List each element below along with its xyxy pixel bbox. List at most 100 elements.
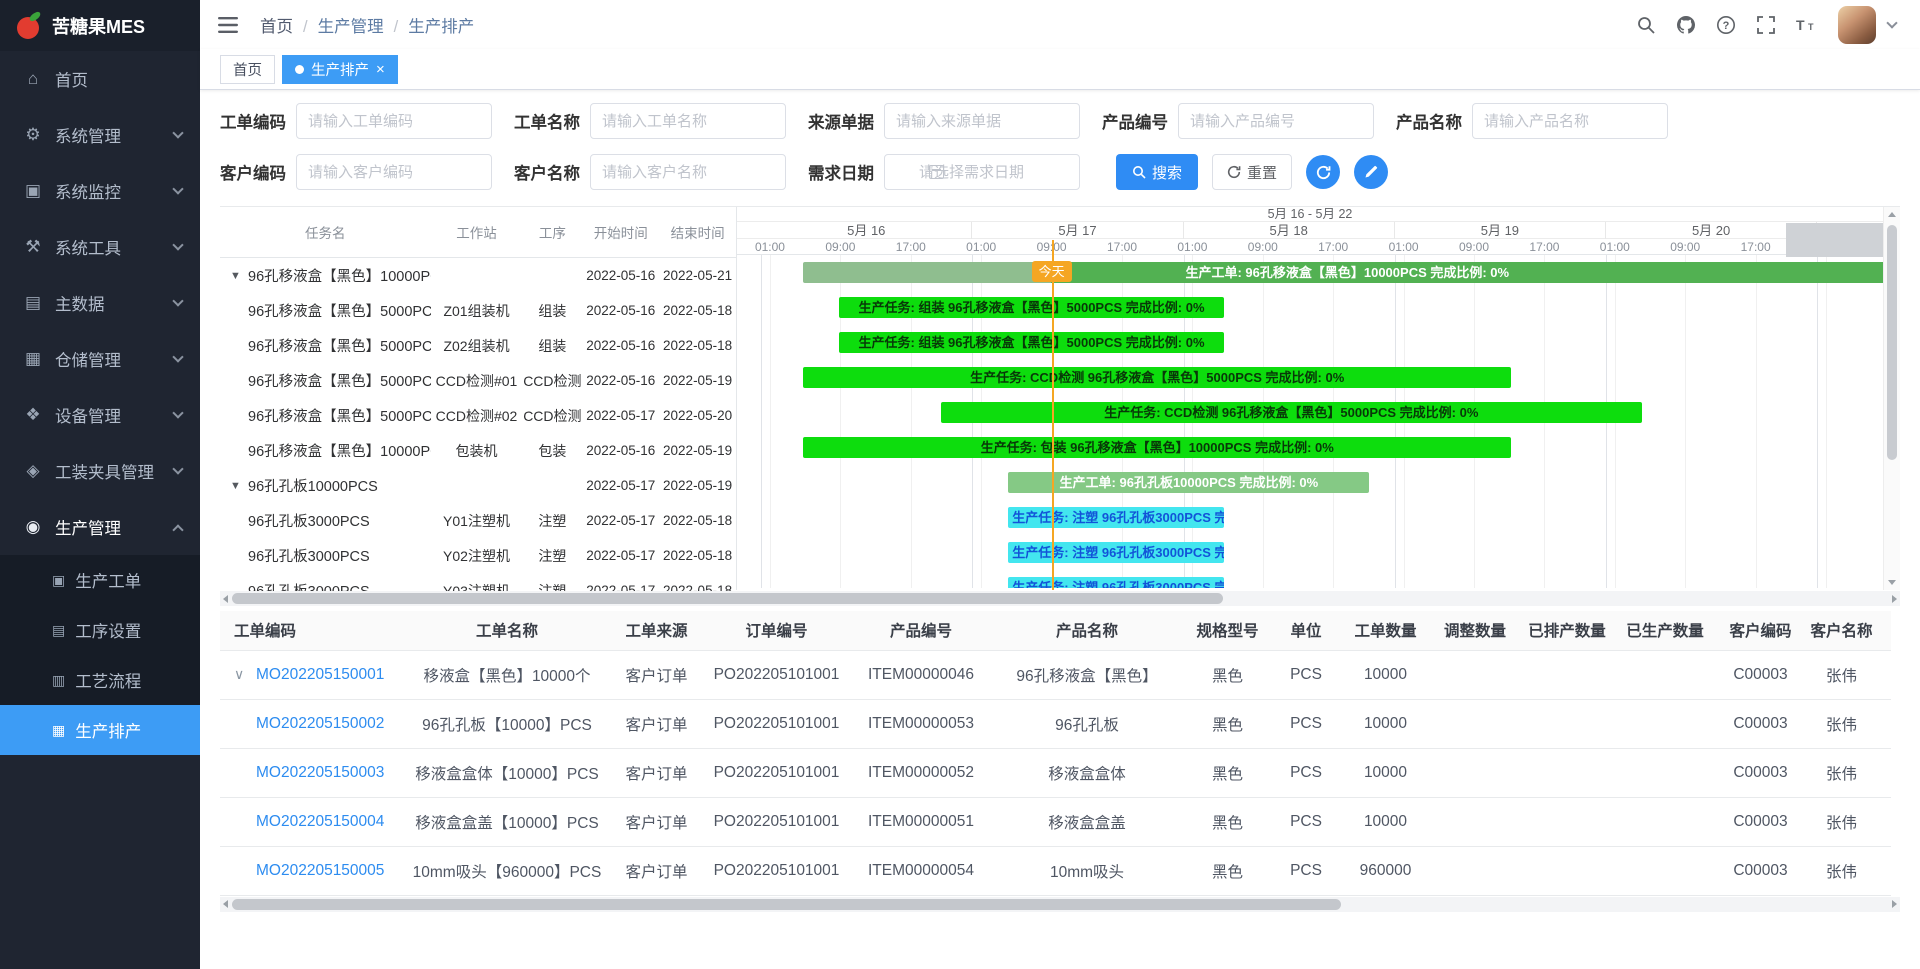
gantt-task-row[interactable]: ▼ 96孔移液盒【黑色】5000PCS CCD检测#01 CCD检测 2022-…	[220, 363, 736, 398]
adjust-qty-cell	[1432, 846, 1518, 895]
reset-button[interactable]: 重置	[1212, 154, 1292, 190]
gantt-vertical-scrollbar[interactable]	[1883, 207, 1900, 590]
filter-input[interactable]	[590, 154, 786, 190]
gantt-bar[interactable]: 生产工单: 96孔孔板10000PCS 完成比例: 0%	[1008, 472, 1369, 493]
breadcrumb-item[interactable]: 生产排产	[384, 13, 475, 37]
gantt-horizontal-scrollbar[interactable]	[220, 591, 1900, 606]
font-size-icon[interactable]: TT	[1796, 17, 1818, 33]
sidebar-subitem[interactable]: ▣ 生产工单	[0, 555, 200, 605]
order-row[interactable]: ∨MO202205150003 移液盒盒体【10000】PCS 客户订单 PO2…	[220, 748, 1891, 797]
tab-close-icon[interactable]: ×	[376, 62, 385, 77]
gantt-task-row[interactable]: ▼ 96孔孔板3000PCS Y02注塑机 注塑 2022-05-17 2022…	[220, 538, 736, 573]
question-icon[interactable]: ?	[1716, 15, 1736, 35]
view-tab[interactable]: 首页 ×	[220, 55, 275, 84]
github-icon[interactable]	[1676, 15, 1696, 35]
gantt-bar[interactable]: 生产任务: CCD检测 96孔移液盒【黑色】5000PCS 完成比例: 0%	[803, 367, 1511, 388]
breadcrumb-item[interactable]: 首页	[260, 13, 293, 37]
scrollbar-thumb[interactable]	[232, 593, 1223, 604]
order-code-link[interactable]: MO202205150002	[256, 715, 384, 732]
filter-input[interactable]	[1178, 103, 1374, 139]
scroll-left-arrow-icon[interactable]	[223, 595, 228, 603]
gantt-task-row[interactable]: ▼ 96孔移液盒【黑色】10000PCS 包装机 包装 2022-05-16 2…	[220, 433, 736, 468]
gantt-bar[interactable]: 生产任务: 注塑 96孔孔板3000PCS 完成比例: 0%	[1008, 542, 1223, 563]
order-row[interactable]: ∨MO202205150004 移液盒盒盖【10000】PCS 客户订单 PO2…	[220, 797, 1891, 846]
filter-input[interactable]	[590, 103, 786, 139]
gantt-task-row[interactable]: ▼ 96孔移液盒【黑色】5000PCS Z01组装机 组装 2022-05-16…	[220, 293, 736, 328]
order-code-cell: ∨MO202205150004	[220, 797, 404, 846]
app-logo[interactable]: 苦糖果MES	[0, 0, 200, 51]
search-button[interactable]: 搜索	[1116, 154, 1198, 190]
view-tab[interactable]: 生产排产 ×	[282, 55, 398, 84]
gantt-bar[interactable]: 生产任务: 包装 96孔移液盒【黑色】10000PCS 完成比例: 0%	[803, 437, 1511, 458]
fullscreen-icon[interactable]	[1756, 15, 1776, 35]
order-code-link[interactable]: MO202205150004	[256, 813, 384, 830]
gantt-task-row[interactable]: ▼ 96孔孔板10000PCS 2022-05-17 2022-05-19	[220, 468, 736, 503]
sidebar-item[interactable]: ⚙ 系统管理	[0, 107, 200, 163]
edit-button[interactable]	[1354, 155, 1388, 189]
sidebar-item[interactable]: ▣ 系统监控	[0, 163, 200, 219]
scrollbar-thumb[interactable]	[1887, 225, 1897, 460]
orders-horizontal-scrollbar[interactable]	[220, 897, 1900, 912]
gantt-task-row[interactable]: ▼ 96孔移液盒【黑色】5000PCS CCD检测#02 CCD检测 2022-…	[220, 398, 736, 433]
unit-cell: PCS	[1273, 699, 1339, 748]
scroll-up-arrow-icon[interactable]	[1888, 212, 1896, 217]
order-code-link[interactable]: MO202205150003	[256, 764, 384, 781]
filter-input[interactable]	[296, 103, 492, 139]
sidebar-item[interactable]: ▤ 主数据	[0, 275, 200, 331]
gantt-task-row[interactable]: ▼ 96孔孔板3000PCS Y03注塑机 注塑 2022-05-17 2022…	[220, 573, 736, 591]
sidebar-item[interactable]: ◉ 生产管理	[0, 499, 200, 555]
product-code-cell: ITEM00000054	[850, 846, 992, 895]
filter-input[interactable]	[884, 103, 1080, 139]
gantt-bar[interactable]: 生产工单: 96孔移液盒【黑色】10000PCS 完成比例: 0%	[803, 262, 1883, 283]
scroll-down-arrow-icon[interactable]	[1888, 580, 1896, 585]
sidebar-item[interactable]: ▦ 仓储管理	[0, 331, 200, 387]
gantt-bar[interactable]: 生产任务: CCD检测 96孔移液盒【黑色】5000PCS 完成比例: 0%	[941, 402, 1642, 423]
filter-field: 客户编码	[220, 154, 514, 190]
filter-field: 工单编码	[220, 103, 514, 139]
scroll-right-arrow-icon[interactable]	[1892, 595, 1897, 603]
scroll-left-arrow-icon[interactable]	[223, 900, 228, 908]
gantt-bar[interactable]: 生产任务: 组装 96孔移液盒【黑色】5000PCS 完成比例: 0%	[839, 332, 1223, 353]
menu-fold-icon[interactable]	[214, 12, 244, 38]
device-icon: ❖	[22, 405, 44, 425]
gantt-bar[interactable]: 生产任务: 组装 96孔移液盒【黑色】5000PCS 完成比例: 0%	[839, 297, 1223, 318]
search-icon[interactable]	[1636, 15, 1656, 35]
order-row[interactable]: ∨MO202205150005 10mm吸头【960000】PCS 客户订单 P…	[220, 846, 1891, 895]
sidebar-subitem[interactable]: ▥ 工艺流程	[0, 655, 200, 705]
order-source-cell: 客户订单	[610, 650, 703, 699]
filter-input[interactable]	[296, 154, 492, 190]
monitor-icon: ▣	[22, 181, 44, 201]
order-row[interactable]: ∨MO202205150002 96孔孔板【10000】PCS 客户订单 PO2…	[220, 699, 1891, 748]
row-expand-caret[interactable]: ▼	[230, 480, 248, 492]
sidebar-item[interactable]: ❖ 设备管理	[0, 387, 200, 443]
order-row[interactable]: ∨MO202205150001 移液盒【黑色】10000个 客户订单 PO202…	[220, 650, 1891, 699]
gantt-hour-label: 17:00	[1107, 239, 1137, 255]
gantt-task-row[interactable]: ▼ 96孔孔板3000PCS Y01注塑机 注塑 2022-05-17 2022…	[220, 503, 736, 538]
scrollbar-thumb[interactable]	[232, 899, 1341, 910]
order-code-link[interactable]: MO202205150001	[256, 666, 384, 683]
gantt-bar[interactable]: 生产任务: 注塑 96孔孔板3000PCS 完成比例: 0%	[1008, 507, 1223, 528]
scroll-right-arrow-icon[interactable]	[1892, 900, 1897, 908]
sidebar: 苦糖果MES ⌂ 首页 ⚙ 系统管理 ▣ 系统监控	[0, 0, 200, 969]
user-avatar[interactable]	[1838, 6, 1876, 44]
gantt-task-row[interactable]: ▼ 96孔移液盒【黑色】5000PCS Z02组装机 组装 2022-05-16…	[220, 328, 736, 363]
sidebar-subitem[interactable]: ▤ 工序设置	[0, 605, 200, 655]
sidebar-item[interactable]: ◈ 工装夹具管理	[0, 443, 200, 499]
breadcrumb-item[interactable]: 生产管理	[293, 13, 384, 37]
row-expand-caret[interactable]: ▼	[230, 270, 248, 282]
caret-down-icon[interactable]	[1886, 17, 1897, 28]
task-end-time: 2022-05-21	[659, 268, 736, 283]
refresh-button[interactable]	[1306, 155, 1340, 189]
gantt-task-row[interactable]: ▼ 96孔移液盒【黑色】10000PCS 2022-05-16 2022-05-…	[220, 258, 736, 293]
order-code-link[interactable]: MO202205150005	[256, 862, 384, 879]
sidebar-item[interactable]: ⚒ 系统工具	[0, 219, 200, 275]
filter-input[interactable]	[884, 154, 1080, 190]
row-expand-caret[interactable]: ∨	[234, 666, 256, 683]
production-icon: ◉	[22, 517, 44, 537]
sidebar-subitem[interactable]: ▦ 生产排产	[0, 705, 200, 755]
sidebar-item[interactable]: ⌂ 首页	[0, 51, 200, 107]
filter-input[interactable]	[1472, 103, 1668, 139]
gantt-task-table-body: ▼ 96孔移液盒【黑色】10000PCS 2022-05-16 2022-05-…	[220, 258, 736, 591]
gantt-bar[interactable]: 生产任务: 注塑 96孔孔板3000PCS 完成比例: 0%	[1008, 577, 1223, 588]
order-name-cell: 移液盒盒盖【10000】PCS	[404, 797, 610, 846]
